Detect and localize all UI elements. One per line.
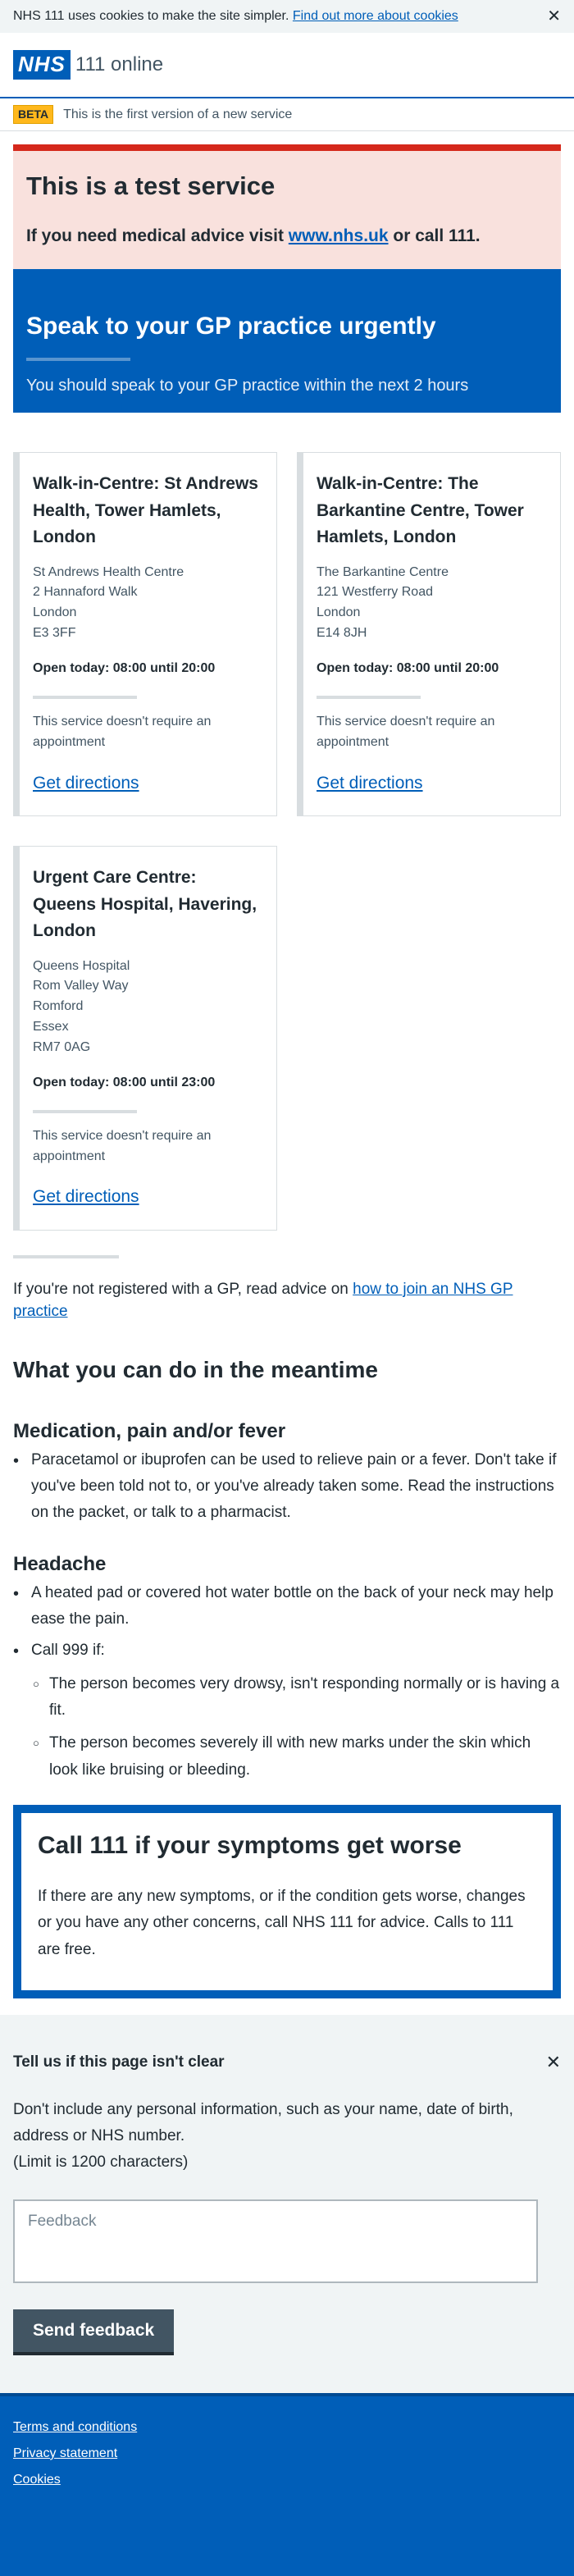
service-card: Urgent Care Centre: Queens Hospital, Hav… (13, 846, 277, 1231)
call-111-care-card: Call 111 if your symptoms get worse If t… (13, 1804, 561, 1998)
cookie-banner-message: NHS 111 uses cookies to make the site si… (13, 7, 458, 25)
feedback-input[interactable] (13, 2199, 538, 2283)
service-name: Walk-in-Centre: The Barkantine Centre, T… (317, 474, 524, 547)
service-name: Walk-in-Centre: St Andrews Health, Tower… (33, 474, 258, 547)
terms-link[interactable]: Terms and conditions (13, 2418, 561, 2437)
service-name: 111 online (75, 53, 164, 75)
test-service-callout: This is a test service If you need medic… (13, 144, 561, 269)
site-header: NHS 111 online (0, 33, 574, 98)
list-item: A heated pad or covered hot water bottle… (13, 1580, 561, 1633)
address-line: St Andrews Health Centre (33, 564, 184, 579)
section-divider (13, 1254, 119, 1258)
opening-times: Open today: 08:00 until 20:00 (33, 660, 216, 675)
sub-list-item: The person becomes severely ill with new… (31, 1730, 561, 1784)
page-title: Speak to your GP practice urgently (26, 313, 436, 340)
main-content: If you're not registered with a GP, read… (0, 1278, 574, 1784)
address-line: E3 3FF (33, 626, 76, 641)
test-service-title: This is a test service (26, 171, 276, 200)
service-name: Urgent Care Centre: Queens Hospital, Hav… (33, 868, 257, 941)
address-line: Rom Valley Way (33, 979, 129, 993)
beta-text: This is the first version of a new servi… (63, 107, 293, 121)
feedback-privacy-text: Don't include any personal information, … (13, 2100, 513, 2145)
medication-list: Paracetamol or ibuprofen can be used to … (13, 1447, 561, 1527)
service-card: Walk-in-Centre: The Barkantine Centre, T… (297, 452, 561, 817)
card-divider (317, 696, 421, 700)
call-999-list: The person becomes very drowsy, isn't re… (31, 1671, 561, 1784)
test-service-text-start: If you need medical advice visit (26, 226, 289, 246)
address-line: RM7 0AG (33, 1039, 91, 1054)
disposition-hero: Speak to your GP practice urgently You s… (13, 269, 561, 413)
test-service-text: If you need medical advice visit www.nhs… (26, 224, 548, 249)
care-card-text: If there are any new symptoms, or if the… (38, 1887, 526, 1958)
address-line: 121 Westferry Road (317, 585, 433, 600)
address-line: E14 8JH (317, 626, 367, 641)
feedback-instructions: Don't include any personal information, … (13, 2097, 561, 2176)
beta-banner: BETA This is the first version of a new … (0, 98, 574, 131)
address-line: Queens Hospital (33, 958, 130, 973)
headache-list: A heated pad or covered hot water bottle… (13, 1580, 561, 1784)
service-list: Walk-in-Centre: St Andrews Health, Tower… (0, 413, 574, 1231)
gp-registration-text: If you're not registered with a GP, read… (13, 1278, 561, 1323)
headache-heading: Headache (13, 1552, 107, 1575)
close-icon[interactable]: ✕ (547, 5, 561, 29)
address-line: 2 Hannaford Walk (33, 585, 138, 600)
list-item-text: Call 999 if: (31, 1642, 105, 1660)
feedback-section: Tell us if this page isn't clear ✕ Don't… (0, 2014, 574, 2393)
send-feedback-button[interactable]: Send feedback (13, 2309, 175, 2352)
feedback-limit-text: (Limit is 1200 characters) (13, 2154, 189, 2172)
appointment-note: This service doesn't require an appointm… (33, 1128, 212, 1163)
test-service-text-end: or call 111. (388, 226, 481, 246)
cookies-link[interactable]: Cookies (13, 2470, 561, 2489)
card-divider (33, 1109, 137, 1113)
get-directions-link[interactable]: Get directions (33, 774, 139, 792)
appointment-note: This service doesn't require an appointm… (317, 715, 495, 749)
nhs-logo[interactable]: NHS (13, 50, 71, 80)
service-address: St Andrews Health Centre 2 Hannaford Wal… (33, 563, 263, 644)
privacy-link[interactable]: Privacy statement (13, 2444, 561, 2463)
feedback-title: Tell us if this page isn't clear (13, 2053, 225, 2071)
opening-times: Open today: 08:00 until 20:00 (317, 660, 499, 675)
care-card-title: Call 111 if your symptoms get worse (38, 1831, 462, 1859)
close-icon[interactable]: ✕ (546, 2049, 561, 2076)
appointment-note: This service doesn't require an appointm… (33, 715, 212, 749)
service-address: The Barkantine Centre 121 Westferry Road… (317, 563, 547, 644)
meantime-heading: What you can do in the meantime (13, 1356, 378, 1382)
opening-times: Open today: 08:00 until 23:00 (33, 1075, 216, 1089)
hero-divider (26, 358, 130, 361)
service-address: Queens Hospital Rom Valley Way Romford E… (33, 957, 263, 1058)
get-directions-link[interactable]: Get directions (33, 1187, 139, 1206)
feedback-header: Tell us if this page isn't clear ✕ (13, 2049, 561, 2076)
hero-subtitle: You should speak to your GP practice wit… (26, 377, 469, 395)
site-footer: Terms and conditions Privacy statement C… (0, 2392, 574, 2576)
cookie-banner: NHS 111 uses cookies to make the site si… (0, 0, 574, 33)
address-line: London (33, 605, 77, 620)
nhs-uk-link[interactable]: www.nhs.uk (289, 226, 389, 245)
cookie-info-link[interactable]: Find out more about cookies (293, 9, 458, 23)
list-item: Paracetamol or ibuprofen can be used to … (13, 1447, 561, 1527)
service-card: Walk-in-Centre: St Andrews Health, Tower… (13, 452, 277, 817)
list-item: Call 999 if: The person becomes very dro… (13, 1637, 561, 1783)
medication-heading: Medication, pain and/or fever (13, 1419, 286, 1442)
card-divider (33, 696, 137, 700)
beta-tag: BETA (13, 105, 54, 124)
list-item-text: A heated pad or covered hot water bottle… (31, 1583, 554, 1628)
sub-list-item: The person becomes very drowsy, isn't re… (31, 1671, 561, 1724)
address-line: London (317, 605, 361, 620)
address-line: The Barkantine Centre (317, 564, 449, 579)
get-directions-link[interactable]: Get directions (317, 774, 423, 792)
address-line: Romford (33, 999, 84, 1014)
cookie-banner-text: NHS 111 uses cookies to make the site si… (13, 9, 289, 24)
address-line: Essex (33, 1020, 69, 1035)
gp-registration-label: If you're not registered with a GP, read… (13, 1280, 353, 1298)
